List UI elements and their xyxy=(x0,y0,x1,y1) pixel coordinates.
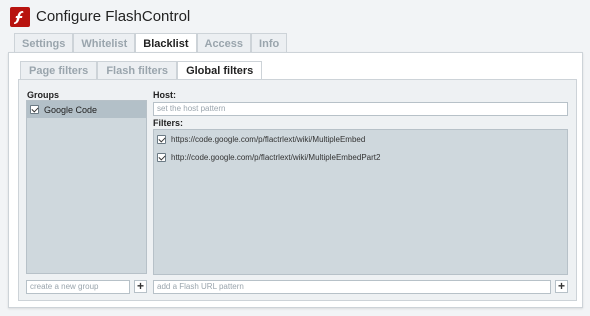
tab-settings[interactable]: Settings xyxy=(14,33,74,53)
add-filter-button[interactable]: + xyxy=(555,280,568,293)
page-title: Configure FlashControl xyxy=(36,8,191,25)
list-item[interactable]: http://code.google.com/p/flactrlext/wiki… xyxy=(154,148,567,166)
tab-page-filters[interactable]: Page filters xyxy=(20,61,98,80)
new-group-input[interactable]: create a new group xyxy=(26,280,130,294)
add-group-button[interactable]: + xyxy=(134,280,147,293)
group-checkbox[interactable] xyxy=(30,105,39,114)
filters-list: https://code.google.com/p/flactrlext/wik… xyxy=(153,129,568,275)
tab-flash-filters[interactable]: Flash filters xyxy=(97,61,178,80)
filter-checkbox[interactable] xyxy=(157,152,166,162)
tab-info[interactable]: Info xyxy=(251,33,288,53)
flash-url-pattern-input[interactable]: add a Flash URL pattern xyxy=(153,280,551,294)
group-item-google-code[interactable]: Google Code xyxy=(27,101,146,118)
group-label: Google Code xyxy=(44,104,98,115)
filter-url: https://code.google.com/p/flactrlext/wik… xyxy=(171,134,366,144)
groups-heading: Groups xyxy=(27,90,60,100)
host-pattern-input[interactable]: set the host pattern xyxy=(153,102,568,116)
tab-blacklist[interactable]: Blacklist xyxy=(135,33,197,54)
title-bar: Configure FlashControl xyxy=(0,0,590,34)
blacklist-subtabs: Page filters Flash filters Global filter… xyxy=(20,61,263,81)
main-tabs: Settings Whitelist Blacklist Access Info xyxy=(14,33,288,54)
flash-logo-icon xyxy=(10,7,30,27)
tab-access[interactable]: Access xyxy=(196,33,252,53)
host-heading: Host: xyxy=(153,90,176,100)
groups-list: Google Code xyxy=(26,100,147,274)
filter-url: http://code.google.com/p/flactrlext/wiki… xyxy=(171,152,381,162)
filter-checkbox[interactable] xyxy=(157,134,166,144)
tab-global-filters[interactable]: Global filters xyxy=(177,61,263,81)
filters-heading: Filters: xyxy=(153,118,184,128)
tab-whitelist[interactable]: Whitelist xyxy=(73,33,136,53)
list-item[interactable]: https://code.google.com/p/flactrlext/wik… xyxy=(154,130,567,148)
